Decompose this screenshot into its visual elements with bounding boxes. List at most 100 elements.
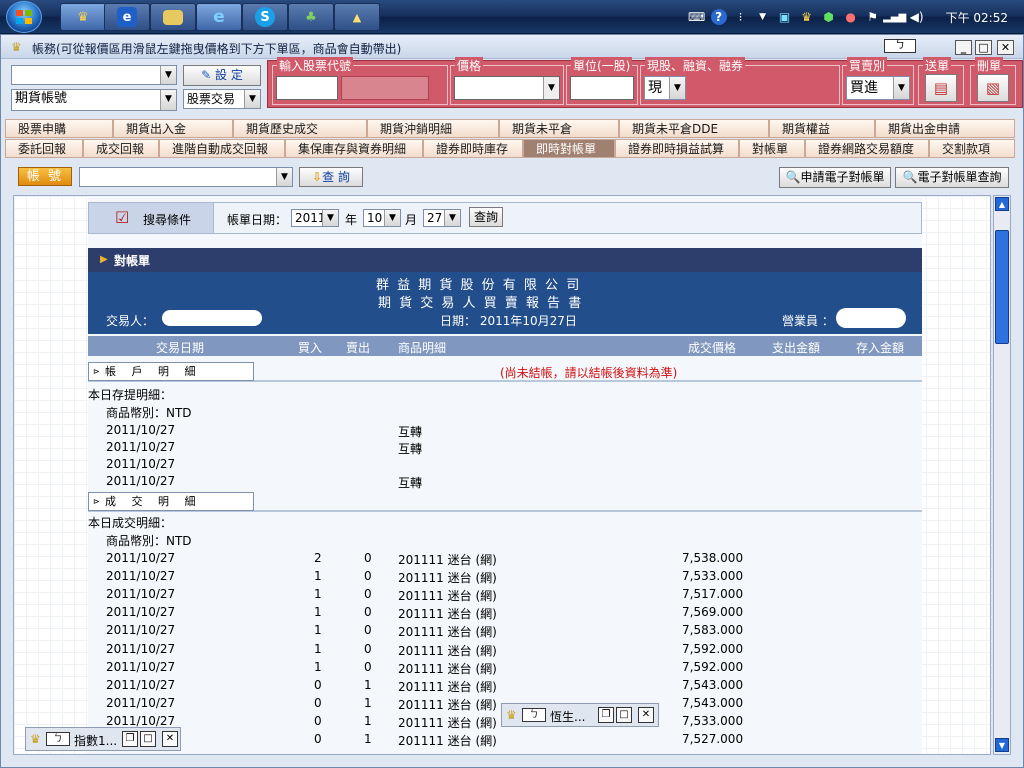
tab-futures-equity[interactable]: 期貨權益 <box>769 119 875 138</box>
year-select[interactable]: 2011 ▼ <box>291 209 339 227</box>
deposit-row: 2011/10/27 互轉 <box>88 473 922 491</box>
taskbar-clock[interactable]: 下午 02:52 <box>946 9 1008 26</box>
trade-product: 201111 迷台 (網) <box>398 553 497 567</box>
tab-stock-subscription[interactable]: 股票申購 <box>5 119 113 138</box>
action-center-flag-icon[interactable]: ⚑ <box>865 9 881 25</box>
scroll-down-button[interactable]: ▼ <box>995 738 1009 752</box>
setting-button[interactable]: ✎ 設 定 <box>183 65 261 86</box>
taskbar-app-browser[interactable]: e <box>196 3 242 31</box>
tray-expand-icon[interactable]: ▼ <box>755 9 771 25</box>
tab-securities-inventory[interactable]: 證券即時庫存 <box>423 139 523 158</box>
start-button[interactable] <box>6 1 42 33</box>
order-entry-panel: 輸入股票代號 價格 ▼ 單位(一股) 現股、融資、融券 現 ▼ 買賣別 買進 ▼… <box>267 57 1023 108</box>
price-input[interactable]: ▼ <box>454 76 560 100</box>
tab-futures-open-dde[interactable]: 期貨未平倉DDE <box>619 119 769 138</box>
statement-content[interactable]: ☑ 搜尋條件 帳單日期： 2011 ▼ 年 10 ▼ 月 27 ▼ 查詢 ▶ 對… <box>13 195 991 755</box>
close-button[interactable]: ✕ <box>638 707 654 723</box>
close-button[interactable]: ✕ <box>162 731 178 747</box>
account-type-select[interactable]: 期貨帳號 ▼ <box>11 89 177 111</box>
restore-button[interactable]: ❐ <box>598 707 614 723</box>
account-detail-section: ⊳ 帳 戶 明 細 (尚未結帳，請以結帳後資料為準) <box>88 360 922 382</box>
stock-code-input[interactable] <box>276 76 338 100</box>
trade-buy-qty: 1 <box>314 569 322 584</box>
maximize-button[interactable]: □ <box>616 707 632 723</box>
volume-icon[interactable]: ◀) <box>909 9 925 25</box>
search-query-button[interactable]: 查詢 <box>469 207 503 227</box>
trade-type-select[interactable]: 股票交易 ▼ <box>183 89 261 109</box>
tab-statement[interactable]: 對帳單 <box>739 139 805 158</box>
tab-futures-offset[interactable]: 期貨沖銷明細 <box>367 119 499 138</box>
account-detail-tab[interactable]: ⊳ 帳 戶 明 細 <box>88 362 254 381</box>
scroll-thumb[interactable] <box>995 230 1009 344</box>
trade-buy-qty: 1 <box>314 659 322 674</box>
index-mini-window[interactable]: ♛ ㄅ 指數1... ❐ □ ✕ <box>25 727 181 751</box>
help-icon[interactable]: ? <box>710 9 727 25</box>
order-area: ▼ 期貨帳號▼ ✎ 設 定 股票交易▼ 輸入股票代號 價格 ▼ 單位(一股) <box>1 57 1023 115</box>
trade-buy-qty: 0 <box>314 732 322 746</box>
product-select[interactable]: ▼ <box>11 65 177 85</box>
taskbar-app-ie-blue[interactable]: e <box>104 3 150 31</box>
magnifier-icon: 🔍 <box>785 170 801 184</box>
maximize-button[interactable]: □ <box>975 40 992 55</box>
network-signal-icon[interactable]: ▂▄▆ <box>883 9 906 25</box>
tab-futures-withdraw-apply[interactable]: 期貨出金申請 <box>875 119 1015 138</box>
taskbar-app-trading[interactable]: ♛ <box>60 3 106 31</box>
title-bar[interactable]: ♛ 帳務(可從報價區用滑鼠左鍵拖曳價格到下方下單區，商品會自動帶出) ㄅ _ □… <box>1 35 1023 59</box>
maximize-button[interactable]: □ <box>140 731 156 747</box>
taskbar-app-skype[interactable]: S <box>242 3 288 31</box>
tab-futures-history[interactable]: 期貨歷史成交 <box>233 119 367 138</box>
trade-detail-tab[interactable]: ⊳ 成 交 明 細 <box>88 492 254 511</box>
delete-group: 刪單 ▧ <box>970 57 1016 105</box>
month-select[interactable]: 10 ▼ <box>363 209 401 227</box>
apply-estatement-button[interactable]: 🔍申請電子對帳單 <box>779 167 891 188</box>
tab-settlement[interactable]: 交割款項 <box>929 139 1015 158</box>
tab-fill-report[interactable]: 成交回報 <box>83 139 159 158</box>
security-shield-icon[interactable]: ⬢ <box>821 9 837 25</box>
tray-app-icon[interactable]: ● <box>843 9 859 25</box>
network-app-icon[interactable]: ▣ <box>777 9 793 25</box>
redacted-amount <box>736 424 816 436</box>
trade-row: 2011/10/27 1 0 201111 迷台 (網) 7,517.000 <box>88 586 922 604</box>
send-order-button[interactable]: ▤ <box>925 74 957 102</box>
tab-advanced-fill-report[interactable]: 進階自動成交回報 <box>159 139 285 158</box>
delete-order-button[interactable]: ▧ <box>977 74 1009 102</box>
hangseng-mini-window[interactable]: ♛ ㄅ 恆生... ❐ □ ✕ <box>501 703 659 727</box>
unit-input[interactable] <box>570 76 634 100</box>
search-conditions-tab[interactable]: ☑ 搜尋條件 <box>89 203 214 233</box>
dock-toggle-button[interactable]: ㄅ <box>884 39 916 53</box>
close-button[interactable]: ✕ <box>997 40 1014 55</box>
tab-futures-open-position[interactable]: 期貨未平倉 <box>499 119 619 138</box>
crown-icon: ♛ <box>77 9 89 25</box>
side-select[interactable]: 買進 ▼ <box>846 76 910 100</box>
statement-report: ☑ 搜尋條件 帳單日期： 2011 ▼ 年 10 ▼ 月 27 ▼ 查詢 ▶ 對… <box>88 196 922 754</box>
taskbar-app-misc[interactable]: ▲ <box>334 3 380 31</box>
input-method-icon[interactable]: ⁝ <box>733 9 749 25</box>
tab-securities-pnl[interactable]: 證券即時損益試算 <box>615 139 739 158</box>
day-select[interactable]: 27 ▼ <box>423 209 461 227</box>
taskbar-app-messenger[interactable]: ♣ <box>288 3 334 31</box>
restore-button[interactable]: ❐ <box>122 731 138 747</box>
expand-arrow-icon: ⊳ <box>93 497 100 506</box>
tab-realtime-statement[interactable]: 即時對帳單 <box>523 139 615 158</box>
cash-margin-select[interactable]: 現 ▼ <box>644 76 686 100</box>
search-row: ☑ 搜尋條件 帳單日期： 2011 ▼ 年 10 ▼ 月 27 ▼ 查詢 <box>88 202 922 234</box>
trade-date: 2011/10/27 <box>106 677 176 692</box>
minimize-button[interactable]: _ <box>955 40 972 55</box>
cash-margin-group: 現股、融資、融券 現 ▼ <box>640 57 840 105</box>
tab-futures-deposit-withdraw[interactable]: 期貨出入金 <box>113 119 233 138</box>
crown-tray-icon[interactable]: ♛ <box>799 9 815 25</box>
tab-web-trading-limit[interactable]: 證券網路交易額度 <box>805 139 929 158</box>
tab-depository-detail[interactable]: 集保庫存與資券明細 <box>285 139 423 158</box>
account-select[interactable]: ▼ <box>79 167 293 187</box>
query-button[interactable]: ⇩查 詢 <box>299 167 363 187</box>
scroll-up-button[interactable]: ▲ <box>995 197 1009 211</box>
taskbar-app-explorer[interactable] <box>150 3 196 31</box>
keyboard-icon[interactable]: ⌨ <box>688 9 705 25</box>
trade-date: 2011/10/27 <box>106 713 176 728</box>
tab-order-report[interactable]: 委託回報 <box>5 139 83 158</box>
trade-row: 2011/10/2701201111 迷台 (網)7,527.000 <box>88 731 922 749</box>
query-estatement-button[interactable]: 🔍電子對帳單查詢 <box>895 167 1009 188</box>
trade-product: 201111 迷台 (網) <box>398 661 497 676</box>
side-group: 買賣別 買進 ▼ <box>842 57 914 105</box>
vertical-scrollbar[interactable]: ▲ ▼ <box>993 195 1011 755</box>
